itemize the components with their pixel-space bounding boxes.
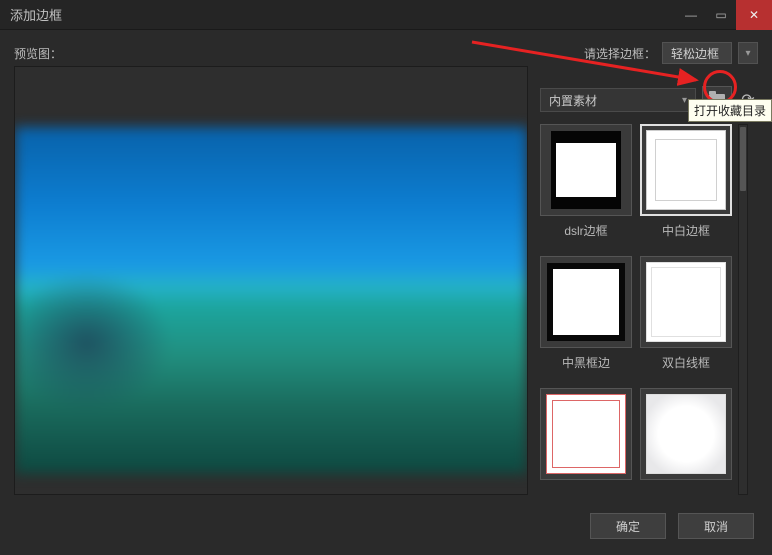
source-dropdown[interactable]: 内置素材 ▾ <box>540 88 696 112</box>
frame-label: 中白边框 <box>662 222 710 239</box>
frame-label: dslr边框 <box>564 222 607 239</box>
frame-thumb <box>640 256 732 348</box>
folder-tooltip: 打开收藏目录 <box>688 99 772 122</box>
frame-thumb <box>540 388 632 480</box>
frame-select-dropdown[interactable]: 轻松边框 <box>662 42 732 64</box>
cancel-button[interactable]: 取消 <box>678 513 754 539</box>
frame-item[interactable]: 双白线框 <box>640 256 732 380</box>
close-button[interactable]: ✕ <box>736 0 772 30</box>
frame-thumb <box>540 124 632 216</box>
frame-thumb <box>540 256 632 348</box>
window-title: 添加边框 <box>10 5 62 24</box>
frame-grid-wrap: dslr边框 中白边框中黑框边 双白线框 <box>540 124 758 495</box>
preview-box <box>14 66 528 495</box>
chevron-down-icon: ▾ <box>682 95 687 106</box>
frame-select-label: 请选择边框： <box>584 45 656 62</box>
content: 预览图： 请选择边框： 轻松边框 ▾ 内置素材 ▾ ⟳ dsl <box>0 30 772 495</box>
frame-item[interactable] <box>640 388 732 495</box>
ok-button[interactable]: 确定 <box>590 513 666 539</box>
window-controls: — ▭ ✕ <box>676 0 772 30</box>
frame-label: 中黑框边 <box>562 354 610 371</box>
preview-panel: 预览图： <box>14 40 528 495</box>
maximize-button[interactable]: ▭ <box>706 0 736 30</box>
source-value: 内置素材 <box>549 92 597 109</box>
frame-item[interactable]: dslr边框 <box>540 124 632 248</box>
frame-item[interactable]: 中黑框边 <box>540 256 632 380</box>
frame-thumb <box>640 388 732 480</box>
preview-image <box>15 127 527 474</box>
chevron-down-icon: ▾ <box>745 48 750 59</box>
preview-label: 预览图： <box>14 40 528 66</box>
frame-label: 双白线框 <box>662 354 710 371</box>
frame-item[interactable]: 中白边框 <box>640 124 732 248</box>
frame-item[interactable] <box>540 388 632 495</box>
frame-thumb <box>640 124 732 216</box>
minimize-button[interactable]: — <box>676 0 706 30</box>
scrollbar[interactable] <box>738 124 748 495</box>
frame-select-arrow[interactable]: ▾ <box>738 42 758 64</box>
frame-grid: dslr边框 中白边框中黑框边 双白线框 <box>540 124 732 495</box>
titlebar: 添加边框 — ▭ ✕ <box>0 0 772 30</box>
scroll-thumb[interactable] <box>740 127 746 191</box>
frame-select-row: 请选择边框： 轻松边框 ▾ <box>540 40 758 66</box>
footer-buttons: 确定 取消 <box>590 513 754 539</box>
frame-select-value: 轻松边框 <box>671 45 719 62</box>
